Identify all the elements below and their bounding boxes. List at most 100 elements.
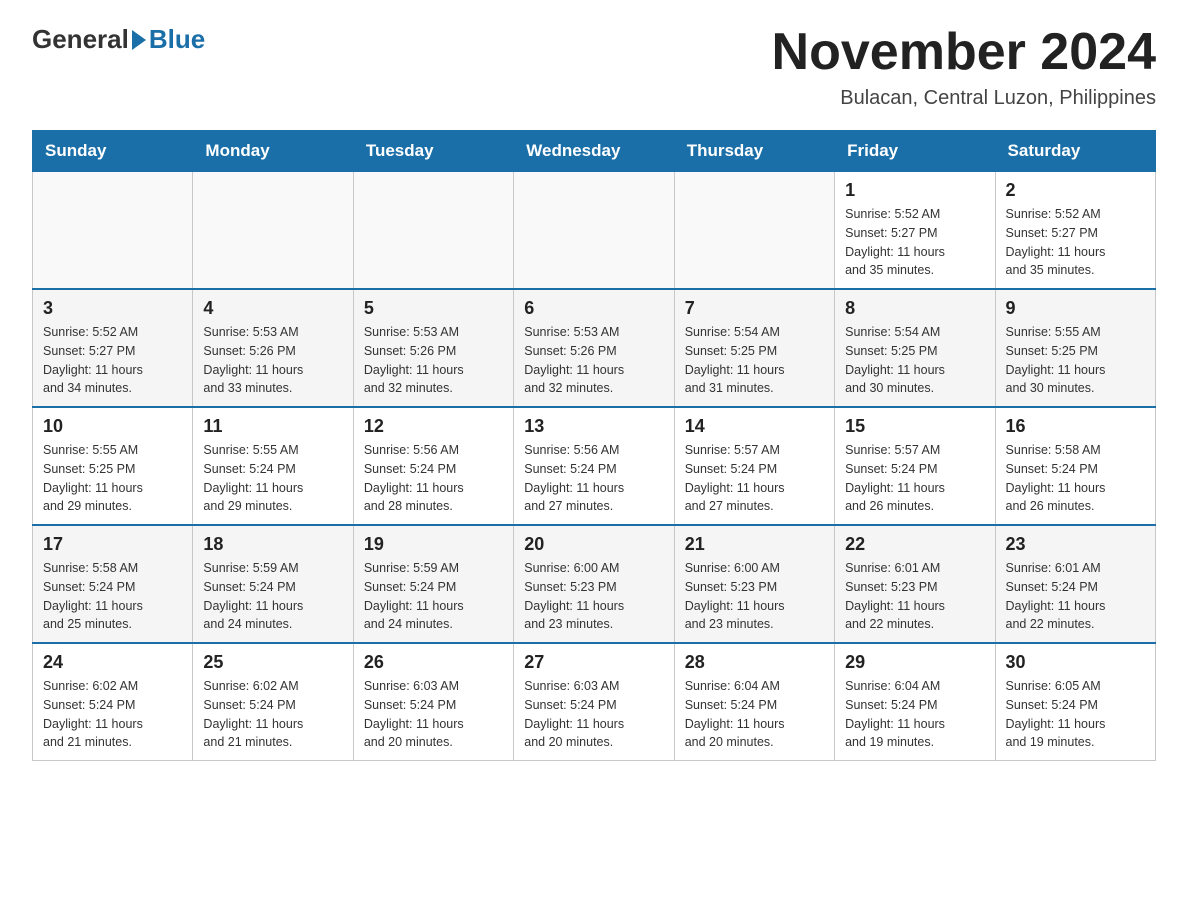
day-number: 16 — [1006, 416, 1145, 437]
calendar-cell: 14Sunrise: 5:57 AM Sunset: 5:24 PM Dayli… — [674, 407, 834, 525]
day-number: 19 — [364, 534, 503, 555]
calendar-cell: 28 Sunrise: 6:04 AM Sunset: 5:24 PM Dayli… — [674, 643, 834, 761]
calendar-table: SundayMondayTuesdayWednesdayThursdayFrid… — [32, 130, 1156, 761]
logo-general-text: General — [32, 24, 129, 55]
calendar-cell: 19Sunrise: 5:59 AM Sunset: 5:24 PM Dayli… — [353, 525, 513, 643]
day-number: 11 — [203, 416, 342, 437]
calendar-header-sunday: Sunday — [33, 131, 193, 172]
day-info: Sunrise: 6:02 AM Sunset: 5:24 PM Dayligh… — [43, 677, 182, 752]
calendar-cell: 5 Sunrise: 5:53 AM Sunset: 5:26 PM Daylig… — [353, 289, 513, 407]
day-info: Sunrise: 5:58 AM Sunset: 5:24 PM Dayligh… — [43, 559, 182, 634]
calendar-week-row: 1Sunrise: 5:52 AM Sunset: 5:27 PM Daylig… — [33, 172, 1156, 290]
day-number: 25 — [203, 652, 342, 673]
page-title: November 2024 — [772, 24, 1156, 81]
calendar-cell: 21Sunrise: 6:00 AM Sunset: 5:23 PM Dayli… — [674, 525, 834, 643]
day-number: 13 — [524, 416, 663, 437]
logo-blue-text: Blue — [149, 24, 205, 55]
calendar-cell: 29 Sunrise: 6:04 AM Sunset: 5:24 PM Dayli… — [835, 643, 995, 761]
day-number: 18 — [203, 534, 342, 555]
page-subtitle: Bulacan, Central Luzon, Philippines — [772, 87, 1156, 110]
day-info: Sunrise: 5:58 AM Sunset: 5:24 PM Dayligh… — [1006, 441, 1145, 516]
day-info: Sunrise: 5:54 AM Sunset: 5:25 PM Dayligh… — [845, 323, 984, 398]
calendar-cell — [674, 172, 834, 290]
calendar-cell — [514, 172, 674, 290]
day-info: Sunrise: 6:01 AM Sunset: 5:24 PM Dayligh… — [1006, 559, 1145, 634]
day-number: 1 — [845, 180, 984, 201]
calendar-cell: 4Sunrise: 5:53 AM Sunset: 5:26 PM Daylig… — [193, 289, 353, 407]
calendar-cell: 2Sunrise: 5:52 AM Sunset: 5:27 PM Daylig… — [995, 172, 1155, 290]
day-number: 28 — [685, 652, 824, 673]
calendar-cell: 27Sunrise: 6:03 AM Sunset: 5:24 PM Dayli… — [514, 643, 674, 761]
calendar-cell: 11 Sunrise: 5:55 AM Sunset: 5:24 PM Dayli… — [193, 407, 353, 525]
calendar-cell: 16 Sunrise: 5:58 AM Sunset: 5:24 PM Dayli… — [995, 407, 1155, 525]
title-area: November 2024 Bulacan, Central Luzon, Ph… — [772, 24, 1156, 110]
calendar-cell — [193, 172, 353, 290]
calendar-cell: 25 Sunrise: 6:02 AM Sunset: 5:24 PM Dayli… — [193, 643, 353, 761]
day-number: 20 — [524, 534, 663, 555]
day-info: Sunrise: 5:55 AM Sunset: 5:25 PM Dayligh… — [1006, 323, 1145, 398]
calendar-cell: 24 Sunrise: 6:02 AM Sunset: 5:24 PM Dayli… — [33, 643, 193, 761]
day-number: 8 — [845, 298, 984, 319]
calendar-cell: 22 Sunrise: 6:01 AM Sunset: 5:23 PM Dayli… — [835, 525, 995, 643]
day-info: Sunrise: 5:55 AM Sunset: 5:24 PM Dayligh… — [203, 441, 342, 516]
day-info: Sunrise: 5:57 AM Sunset: 5:24 PM Dayligh… — [845, 441, 984, 516]
calendar-week-row: 24 Sunrise: 6:02 AM Sunset: 5:24 PM Dayli… — [33, 643, 1156, 761]
day-info: Sunrise: 5:53 AM Sunset: 5:26 PM Dayligh… — [203, 323, 342, 398]
calendar-header-saturday: Saturday — [995, 131, 1155, 172]
day-number: 26 — [364, 652, 503, 673]
day-number: 6 — [524, 298, 663, 319]
calendar-cell: 12 Sunrise: 5:56 AM Sunset: 5:24 PM Dayli… — [353, 407, 513, 525]
logo-arrow-icon — [132, 30, 146, 50]
day-number: 24 — [43, 652, 182, 673]
logo-area: General Blue — [32, 24, 205, 55]
calendar-cell: 3Sunrise: 5:52 AM Sunset: 5:27 PM Daylig… — [33, 289, 193, 407]
calendar-cell: 8 Sunrise: 5:54 AM Sunset: 5:25 PM Daylig… — [835, 289, 995, 407]
calendar-header-row: SundayMondayTuesdayWednesdayThursdayFrid… — [33, 131, 1156, 172]
day-number: 2 — [1006, 180, 1145, 201]
day-info: Sunrise: 5:56 AM Sunset: 5:24 PM Dayligh… — [524, 441, 663, 516]
day-number: 29 — [845, 652, 984, 673]
calendar-cell: 15 Sunrise: 5:57 AM Sunset: 5:24 PM Dayli… — [835, 407, 995, 525]
day-info: Sunrise: 6:04 AM Sunset: 5:24 PM Dayligh… — [845, 677, 984, 752]
day-number: 21 — [685, 534, 824, 555]
calendar-cell: 17Sunrise: 5:58 AM Sunset: 5:24 PM Dayli… — [33, 525, 193, 643]
day-number: 14 — [685, 416, 824, 437]
calendar-cell — [33, 172, 193, 290]
day-number: 27 — [524, 652, 663, 673]
day-number: 12 — [364, 416, 503, 437]
logo: General Blue — [32, 24, 205, 55]
day-info: Sunrise: 6:02 AM Sunset: 5:24 PM Dayligh… — [203, 677, 342, 752]
calendar-week-row: 10 Sunrise: 5:55 AM Sunset: 5:25 PM Dayli… — [33, 407, 1156, 525]
day-number: 30 — [1006, 652, 1145, 673]
day-number: 23 — [1006, 534, 1145, 555]
calendar-cell: 1Sunrise: 5:52 AM Sunset: 5:27 PM Daylig… — [835, 172, 995, 290]
calendar-cell: 30Sunrise: 6:05 AM Sunset: 5:24 PM Dayli… — [995, 643, 1155, 761]
day-info: Sunrise: 6:04 AM Sunset: 5:24 PM Dayligh… — [685, 677, 824, 752]
calendar-cell: 18Sunrise: 5:59 AM Sunset: 5:24 PM Dayli… — [193, 525, 353, 643]
day-info: Sunrise: 5:56 AM Sunset: 5:24 PM Dayligh… — [364, 441, 503, 516]
day-info: Sunrise: 6:00 AM Sunset: 5:23 PM Dayligh… — [524, 559, 663, 634]
calendar-week-row: 17Sunrise: 5:58 AM Sunset: 5:24 PM Dayli… — [33, 525, 1156, 643]
calendar-cell: 7 Sunrise: 5:54 AM Sunset: 5:25 PM Daylig… — [674, 289, 834, 407]
day-info: Sunrise: 5:53 AM Sunset: 5:26 PM Dayligh… — [364, 323, 503, 398]
day-number: 3 — [43, 298, 182, 319]
day-number: 5 — [364, 298, 503, 319]
day-number: 22 — [845, 534, 984, 555]
calendar-cell: 26Sunrise: 6:03 AM Sunset: 5:24 PM Dayli… — [353, 643, 513, 761]
calendar-header-tuesday: Tuesday — [353, 131, 513, 172]
calendar-cell: 13 Sunrise: 5:56 AM Sunset: 5:24 PM Dayli… — [514, 407, 674, 525]
day-info: Sunrise: 5:55 AM Sunset: 5:25 PM Dayligh… — [43, 441, 182, 516]
day-info: Sunrise: 6:01 AM Sunset: 5:23 PM Dayligh… — [845, 559, 984, 634]
calendar-cell: 6 Sunrise: 5:53 AM Sunset: 5:26 PM Daylig… — [514, 289, 674, 407]
calendar-header-thursday: Thursday — [674, 131, 834, 172]
day-info: Sunrise: 5:53 AM Sunset: 5:26 PM Dayligh… — [524, 323, 663, 398]
calendar-header-monday: Monday — [193, 131, 353, 172]
header: General Blue November 2024 Bulacan, Cent… — [32, 24, 1156, 110]
calendar-cell: 20 Sunrise: 6:00 AM Sunset: 5:23 PM Dayli… — [514, 525, 674, 643]
day-info: Sunrise: 5:54 AM Sunset: 5:25 PM Dayligh… — [685, 323, 824, 398]
day-number: 7 — [685, 298, 824, 319]
calendar-cell: 23 Sunrise: 6:01 AM Sunset: 5:24 PM Dayli… — [995, 525, 1155, 643]
day-number: 15 — [845, 416, 984, 437]
calendar-cell: 10 Sunrise: 5:55 AM Sunset: 5:25 PM Dayli… — [33, 407, 193, 525]
day-number: 10 — [43, 416, 182, 437]
